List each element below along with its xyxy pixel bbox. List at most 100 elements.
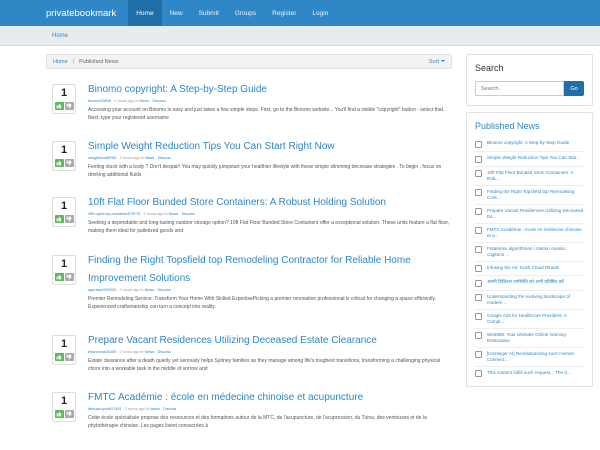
post-title-link[interactable]: Binomo copyright: A Step-by-Step Guide: [88, 84, 267, 95]
thumbs-up-icon[interactable]: [54, 215, 64, 223]
post-author[interactable]: fatouacupuntf17451: [88, 407, 122, 411]
published-news-link[interactable]: Understanding the evolving landscape of …: [487, 294, 584, 306]
published-news-item[interactable]: Web688: Your Ultimate Online Gaming Dest…: [475, 327, 584, 347]
vote-count: 1: [60, 144, 68, 156]
thumbs-down-icon[interactable]: [64, 410, 74, 418]
post-author[interactable]: binomo00898: [88, 99, 111, 103]
published-news-item[interactable]: Fridericke algorithmen / station Aussla …: [475, 241, 584, 261]
post-author[interactable]: brianmoss65459: [88, 350, 116, 354]
subbar-home-link[interactable]: Home: [52, 33, 68, 39]
nav-register[interactable]: Register: [264, 0, 304, 26]
search-input[interactable]: [475, 81, 564, 96]
published-news-item[interactable]: Understanding the evolving landscape of …: [475, 289, 584, 309]
post-excerpt: Estate clearance after a death quietly y…: [88, 358, 440, 372]
post-author[interactable]: weightloss88765: [88, 156, 116, 160]
brand-logo[interactable]: privatebookmark: [46, 8, 116, 19]
published-news-item[interactable]: Infusing the Air: Kush Cloud Rituals: [475, 260, 584, 276]
published-news-link[interactable]: Finding the Right Topsfield top Remodeli…: [487, 189, 584, 201]
published-news-item[interactable]: Binomo copyright: A Step-by-Step Guide: [475, 137, 584, 151]
thumbs-down-icon[interactable]: [64, 102, 74, 110]
news-badge-icon: [475, 227, 482, 234]
post-title-link[interactable]: 10ft Flat Floor Bunded Store Containers:…: [88, 197, 386, 208]
vote-box: 1: [52, 392, 76, 422]
post-body: 10ft Flat Floor Bunded Store Containers:…: [88, 192, 452, 235]
published-news-link[interactable]: Prepare Vacant Residences Utilizing Dece…: [487, 208, 584, 220]
vote-widget: 1: [52, 192, 80, 235]
nav-groups[interactable]: Groups: [227, 0, 264, 26]
post-item: 1 Binomo copyright: A Step-by-Step Guide…: [46, 79, 452, 122]
post-title-link[interactable]: FMTC Académie : école en médecine chinoi…: [88, 392, 363, 403]
sub-header: Home: [0, 26, 600, 46]
thumbs-up-icon[interactable]: [54, 273, 64, 281]
post-time: 2 hours ago: [119, 156, 140, 160]
vote-count: 1: [60, 87, 68, 99]
vote-widget: 1: [52, 330, 80, 373]
post-discuss-link[interactable]: Discuss: [182, 212, 195, 216]
published-news-item[interactable]: Google Ads for Healthcare Providers: A C…: [475, 308, 584, 328]
published-news-item[interactable]: Finding the Right Topsfield top Remodeli…: [475, 184, 584, 204]
published-news-link[interactable]: Web688: Your Ultimate Online Gaming Dest…: [487, 332, 584, 344]
thumbs-down-icon[interactable]: [64, 159, 74, 167]
post-title-link[interactable]: Simple Weight Reduction Tips You Can Sta…: [88, 141, 335, 152]
post-category[interactable]: News: [150, 407, 160, 411]
news-badge-icon: [475, 370, 482, 377]
post-title-link[interactable]: Finding the Right Topsfield top Remodeli…: [88, 255, 411, 284]
post-title-link[interactable]: Prepare Vacant Residences Utilizing Dece…: [88, 335, 377, 346]
thumbs-down-icon[interactable]: [64, 353, 74, 361]
published-news-link[interactable]: This content fulfill such request... The…: [487, 370, 571, 376]
published-news-link[interactable]: Google Ads for Healthcare Providers: A C…: [487, 313, 584, 325]
nav-home[interactable]: Home: [128, 0, 162, 26]
post-discuss-link[interactable]: Discuss: [158, 350, 171, 354]
thumbs-up-icon[interactable]: [54, 410, 64, 418]
thumbs-up-icon[interactable]: [54, 102, 64, 110]
published-news-item[interactable]: अपनी डिजिटल उपस्थिति को अभी प्रतिष्ठित क…: [475, 275, 584, 290]
search-title: Search: [475, 63, 504, 73]
published-news-link[interactable]: Fridericke algorithmen / station Aussla …: [487, 246, 584, 258]
post-category[interactable]: News: [145, 350, 155, 354]
post-category[interactable]: News: [140, 99, 150, 103]
post-discuss-link[interactable]: Discuss: [158, 156, 171, 160]
nav-login[interactable]: Login: [304, 0, 336, 26]
post-author[interactable]: appraisal789003: [88, 288, 116, 292]
post-excerpt: Accessing your account on Binomo is easy…: [88, 107, 445, 121]
nav-new[interactable]: New: [162, 0, 191, 26]
published-news-item[interactable]: 10ft Flat Floor Bunded Store Containers:…: [475, 165, 584, 185]
published-news-link[interactable]: Infusing the Air: Kush Cloud Rituals: [487, 265, 559, 271]
post-category[interactable]: News: [169, 212, 179, 216]
published-news-link[interactable]: अपनी डिजिटल उपस्थिति को अभी प्रतिष्ठित क…: [487, 279, 564, 285]
post-time: 2 hours ago: [143, 212, 164, 216]
post-time: 2 hours ago: [114, 99, 135, 103]
thumbs-down-icon[interactable]: [64, 215, 74, 223]
post-excerpt: Cette école spécialisée propose des ress…: [88, 415, 427, 429]
published-news-item[interactable]: [Hostinger AI] Revolutionizing such Huma…: [475, 346, 584, 366]
post-excerpt: Feeling stuck with a body ? Don't despai…: [88, 164, 442, 178]
published-news-list: Binomo copyright: A Step-by-Step Guide Si…: [475, 137, 584, 380]
published-news-item[interactable]: This content fulfill such request... The…: [475, 365, 584, 381]
thumbs-up-icon[interactable]: [54, 159, 64, 167]
thumbs-down-icon[interactable]: [64, 273, 74, 281]
post-category[interactable]: News: [145, 156, 155, 160]
breadcrumb-home[interactable]: Home: [53, 59, 68, 65]
search-go-button[interactable]: Go: [564, 81, 584, 96]
post-item: 1 FMTC Académie : école en médecine chin…: [46, 387, 452, 430]
sort-dropdown[interactable]: Sort: [429, 59, 445, 65]
post-discuss-link[interactable]: Discuss: [158, 288, 171, 292]
news-badge-icon: [475, 140, 482, 148]
post-discuss-link[interactable]: Discuss: [163, 407, 176, 411]
breadcrumb: Home | Published News Sort: [46, 54, 452, 69]
published-news-item[interactable]: Prepare Vacant Residences Utilizing Dece…: [475, 203, 584, 223]
post-meta: appraisal789003 · 2 hours ago in News · …: [88, 288, 452, 292]
post-discuss-link[interactable]: Discuss: [152, 99, 165, 103]
published-news-link[interactable]: Simple Weight Reduction Tips You Can Sta…: [487, 155, 580, 161]
published-news-link[interactable]: 10ft Flat Floor Bunded Store Containers:…: [487, 170, 584, 182]
published-news-link[interactable]: [Hostinger AI] Revolutionizing such Huma…: [487, 351, 584, 363]
post-author[interactable]: 40ft-open-top-container878775: [88, 212, 140, 216]
published-news-item[interactable]: Simple Weight Reduction Tips You Can Sta…: [475, 151, 584, 166]
published-news-item[interactable]: FMTC Académie : école en médecine chinoi…: [475, 222, 584, 242]
post-category[interactable]: News: [145, 288, 155, 292]
thumbs-up-icon[interactable]: [54, 353, 64, 361]
published-news-link[interactable]: FMTC Académie : école en médecine chinoi…: [487, 227, 584, 239]
nav-submit[interactable]: Submit: [191, 0, 227, 26]
breadcrumb-separator: |: [72, 58, 75, 65]
published-news-link[interactable]: Binomo copyright: A Step-by-Step Guide: [487, 140, 569, 146]
